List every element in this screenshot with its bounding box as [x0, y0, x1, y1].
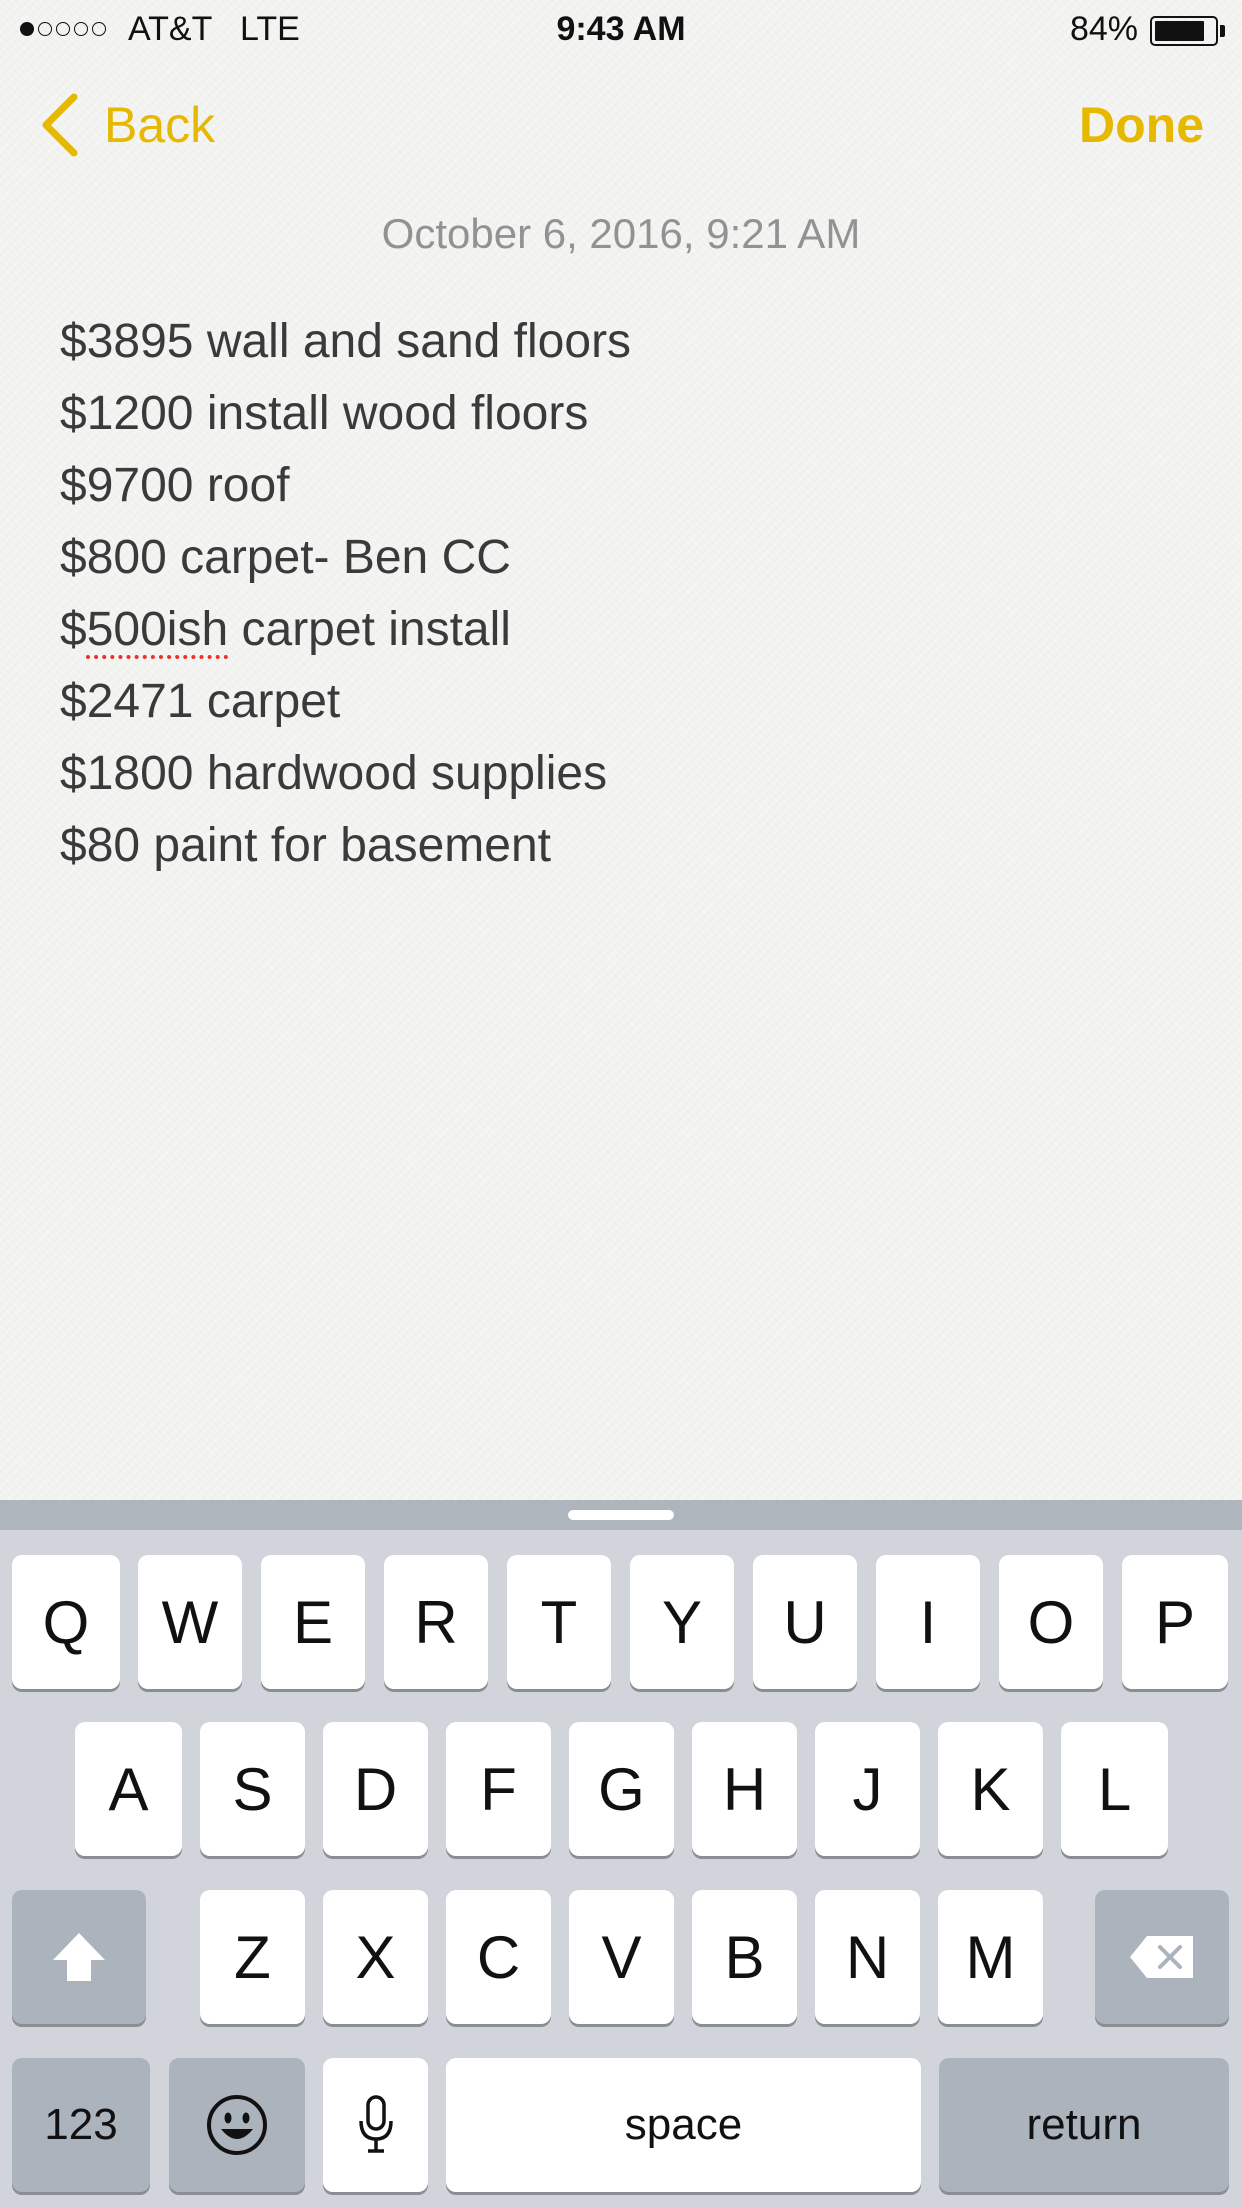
key-c[interactable]: C [446, 1890, 551, 2024]
key-h[interactable]: H [692, 1722, 797, 1856]
delete-key[interactable] [1095, 1890, 1229, 2024]
keyboard-handle-bar [0, 1500, 1242, 1530]
note-text-suffix: carpet install [228, 603, 511, 656]
key-o[interactable]: O [999, 1555, 1103, 1689]
space-key[interactable]: space [446, 2058, 921, 2192]
key-l[interactable]: L [1061, 1722, 1168, 1856]
microphone-icon [358, 2095, 393, 2153]
back-button[interactable]: Back [40, 92, 215, 158]
status-bar: AT&T LTE 9:43 AM 84% [0, 0, 1242, 60]
backspace-icon [1130, 1936, 1193, 1978]
key-v[interactable]: V [569, 1890, 674, 2024]
emoji-key[interactable] [169, 2058, 305, 2192]
numbers-key[interactable]: 123 [12, 2058, 150, 2192]
note-line[interactable]: $2471 carpet [60, 666, 1180, 738]
battery-percent: 84% [1069, 10, 1138, 48]
note-date: October 6, 2016, 9:21 AM [381, 210, 861, 257]
key-w[interactable]: W [138, 1555, 242, 1689]
key-k[interactable]: K [938, 1722, 1043, 1856]
key-x[interactable]: X [323, 1890, 428, 2024]
key-i[interactable]: I [876, 1555, 980, 1689]
misspelled-word[interactable]: 500ish [87, 603, 228, 656]
key-n[interactable]: N [815, 1890, 920, 2024]
key-e[interactable]: E [261, 1555, 365, 1689]
shift-arrow-icon [53, 1933, 105, 1981]
note-line[interactable]: $9700 roof [60, 450, 1180, 522]
key-q[interactable]: Q [12, 1555, 120, 1689]
key-b[interactable]: B [692, 1890, 797, 2024]
note-line[interactable]: $800 carpet- Ben CC [60, 522, 1180, 594]
note-text-prefix: $ [60, 603, 87, 656]
key-y[interactable]: Y [630, 1555, 734, 1689]
key-u[interactable]: U [753, 1555, 857, 1689]
key-z[interactable]: Z [200, 1890, 305, 2024]
dictation-key[interactable] [323, 2058, 428, 2192]
note-line[interactable]: $80 paint for basement [60, 810, 1180, 882]
key-t[interactable]: T [507, 1555, 611, 1689]
note-text-area[interactable]: $3895 wall and sand floors $1200 install… [60, 306, 1180, 882]
key-r[interactable]: R [384, 1555, 488, 1689]
return-key[interactable]: return [939, 2058, 1229, 2192]
chevron-left-icon [42, 93, 78, 157]
key-j[interactable]: J [815, 1722, 920, 1856]
key-g[interactable]: G [569, 1722, 674, 1856]
note-line[interactable]: $1800 hardwood supplies [60, 738, 1180, 810]
done-button[interactable]: Done [1079, 96, 1204, 154]
key-m[interactable]: M [938, 1890, 1043, 2024]
keyboard: Q W E R T Y U I O P A S D F G H J K L Z … [0, 1500, 1242, 2208]
back-button-label: Back [104, 97, 216, 153]
key-a[interactable]: A [75, 1722, 182, 1856]
key-p[interactable]: P [1122, 1555, 1228, 1689]
battery-fill [1155, 21, 1204, 41]
battery-tip [1220, 25, 1225, 37]
note-line-spellcheck[interactable]: $500ish carpet install [60, 594, 1180, 666]
shift-key[interactable] [12, 1890, 146, 2024]
keyboard-drag-handle[interactable] [568, 1510, 674, 1520]
key-s[interactable]: S [200, 1722, 305, 1856]
status-time: 9:43 AM [556, 10, 686, 48]
key-d[interactable]: D [323, 1722, 428, 1856]
emoji-icon [207, 2095, 267, 2155]
battery-icon [1150, 16, 1218, 46]
key-f[interactable]: F [446, 1722, 551, 1856]
note-line[interactable]: $1200 install wood floors [60, 378, 1180, 450]
note-line[interactable]: $3895 wall and sand floors [60, 306, 1180, 378]
